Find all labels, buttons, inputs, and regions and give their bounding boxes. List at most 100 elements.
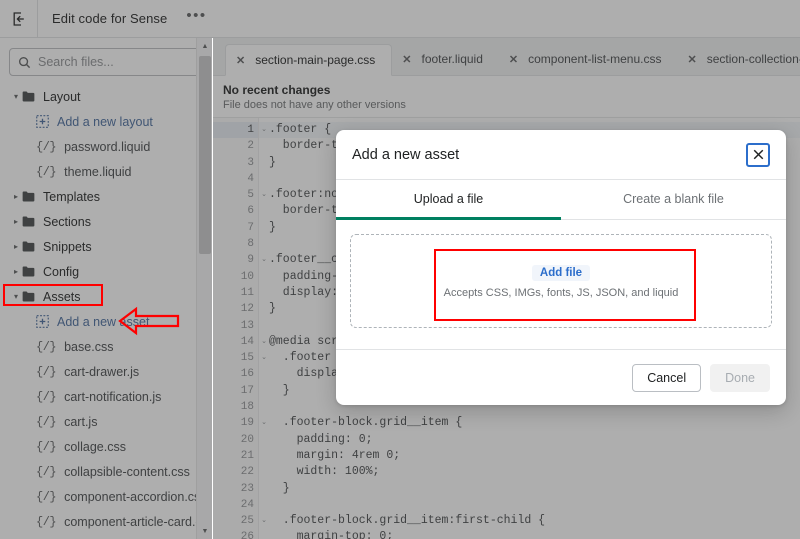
tree-action-add-a-new-layout[interactable]: Add a new layout: [0, 109, 211, 134]
scrollbar-thumb[interactable]: [199, 56, 211, 254]
code-line[interactable]: margin-top: 0;: [269, 529, 800, 539]
search-icon: [18, 56, 31, 68]
code-line[interactable]: padding: 0;: [269, 432, 800, 448]
close-icon[interactable]: [746, 142, 770, 167]
code-line[interactable]: .footer-block.grid__item {: [269, 415, 800, 431]
code-line[interactable]: }: [269, 481, 800, 497]
folder-icon: [22, 91, 35, 102]
line-number: 6: [213, 203, 258, 219]
file-dropzone[interactable]: Add file Accepts CSS, IMGs, fonts, JS, J…: [350, 234, 772, 328]
code-line[interactable]: [269, 497, 800, 513]
exit-icon[interactable]: [0, 0, 38, 38]
chevron-right-icon[interactable]: ▸: [10, 242, 22, 251]
code-file-icon: {/}: [36, 464, 57, 479]
tree-file-cart-notification-js[interactable]: {/} cart-notification.js: [0, 384, 211, 409]
line-number: 23: [213, 481, 258, 497]
tree-file-theme-liquid[interactable]: {/} theme.liquid: [0, 159, 211, 184]
code-line[interactable]: .footer-block.grid__item:first-child {: [269, 513, 800, 529]
tab-label: section-main-page.css: [255, 53, 376, 67]
chevron-right-icon[interactable]: ▸: [10, 267, 22, 276]
fold-toggle-icon[interactable]: ⌄: [261, 350, 267, 366]
tree-folder-snippets[interactable]: ▸ Snippets: [0, 234, 211, 259]
chevron-down-icon[interactable]: ▾: [10, 92, 22, 101]
line-number: 7: [213, 220, 258, 236]
more-menu-button[interactable]: •••: [181, 8, 211, 29]
search-box[interactable]: [9, 48, 202, 76]
tree-file-base-css[interactable]: {/} base.css: [0, 334, 211, 359]
tab-close-icon[interactable]: ✕: [402, 53, 411, 66]
line-number-value: 18: [240, 401, 254, 414]
tree-file-component-card-css[interactable]: {/}component-card.css: [0, 534, 211, 539]
modal-tab-create-a-blank-file[interactable]: Create a blank file: [561, 180, 786, 220]
line-number-value: 25: [240, 515, 254, 528]
chevron-right-icon[interactable]: ▸: [10, 217, 22, 226]
line-number-value: 15: [240, 352, 254, 365]
tab-close-icon[interactable]: ✕: [236, 54, 245, 67]
fold-toggle-icon[interactable]: ⌄: [261, 187, 267, 203]
sidebar-scrollbar[interactable]: ▲ ▼: [196, 38, 212, 539]
tree-item-label: theme.liquid: [64, 164, 132, 179]
modal-tab-upload-a-file[interactable]: Upload a file: [336, 180, 561, 220]
fold-toggle-icon[interactable]: ⌄: [261, 334, 267, 350]
line-number: 13: [213, 318, 258, 334]
tree-folder-config[interactable]: ▸ Config: [0, 259, 211, 284]
line-number: 24: [213, 497, 258, 513]
tree-folder-assets[interactable]: ▾ Assets: [0, 284, 211, 309]
tab-close-icon[interactable]: ✕: [688, 53, 697, 66]
line-number-value: 1: [247, 124, 254, 136]
code-line[interactable]: margin: 4rem 0;: [269, 448, 800, 464]
chevron-down-icon[interactable]: ▾: [10, 292, 22, 301]
page-title: Edit code for Sense: [52, 11, 168, 26]
code-file-icon: {/}: [36, 414, 57, 429]
editor-tab-component-list-menu-css[interactable]: ✕ component-list-menu.css: [499, 43, 678, 75]
tree-action-add-a-new-asset[interactable]: Add a new asset: [0, 309, 211, 334]
line-number-value: 20: [240, 433, 254, 446]
modal-body: Add file Accepts CSS, IMGs, fonts, JS, J…: [336, 220, 786, 349]
tree-folder-templates[interactable]: ▸ Templates: [0, 184, 211, 209]
tree-file-collapsible-content-css[interactable]: {/} collapsible-content.css: [0, 459, 211, 484]
folder-icon: [22, 216, 35, 227]
line-number-value: 16: [240, 368, 254, 381]
line-number: 20: [213, 432, 258, 448]
editor-tab-footer-liquid[interactable]: ✕ footer.liquid: [392, 43, 499, 75]
line-number-value: 4: [247, 172, 254, 185]
add-square-icon: [36, 115, 49, 128]
scroll-down-icon[interactable]: ▼: [197, 523, 213, 539]
tree-file-component-accordion-css[interactable]: {/} component-accordion.css: [0, 484, 211, 509]
tree-file-collage-css[interactable]: {/} collage.css: [0, 434, 211, 459]
chevron-right-icon[interactable]: ▸: [10, 192, 22, 201]
tree-folder-sections[interactable]: ▸ Sections: [0, 209, 211, 234]
fold-toggle-icon[interactable]: ⌄: [261, 415, 267, 431]
tree-file-component-article-card-css[interactable]: {/} component-article-card.css: [0, 509, 211, 534]
file-tree: ▾ Layout Add a new layout {/} password.liqui…: [0, 82, 211, 539]
scroll-up-icon[interactable]: ▲: [197, 38, 213, 54]
dropzone-content: Add file Accepts CSS, IMGs, fonts, JS, J…: [443, 263, 679, 299]
cancel-button[interactable]: Cancel: [632, 363, 702, 392]
code-file-icon: {/}: [36, 364, 57, 379]
done-button: Done: [710, 363, 770, 392]
code-line[interactable]: width: 100%;: [269, 464, 800, 480]
line-number-value: 12: [240, 303, 254, 316]
tree-file-cart-drawer-js[interactable]: {/} cart-drawer.js: [0, 359, 211, 384]
tree-file-cart-js[interactable]: {/} cart.js: [0, 409, 211, 434]
tree-item-label: Templates: [43, 189, 100, 204]
tab-close-icon[interactable]: ✕: [509, 53, 518, 66]
editor-tab-section-main-page-css[interactable]: ✕ section-main-page.css: [225, 44, 393, 76]
tree-folder-layout[interactable]: ▾ Layout: [0, 84, 211, 109]
tree-file-password-liquid[interactable]: {/} password.liquid: [0, 134, 211, 159]
line-number-value: 22: [240, 466, 254, 479]
fold-toggle-icon[interactable]: ⌄: [261, 122, 267, 138]
line-number: 16: [213, 366, 258, 382]
line-number-value: 5: [247, 189, 254, 202]
code-file-icon: {/}: [36, 164, 57, 179]
add-square-icon: [36, 315, 49, 328]
dropzone-hint: Accepts CSS, IMGs, fonts, JS, JSON, and …: [443, 287, 679, 299]
fold-toggle-icon[interactable]: ⌄: [261, 513, 267, 529]
fold-toggle-icon[interactable]: ⌄: [261, 252, 267, 268]
add-file-button[interactable]: Add file: [531, 265, 591, 281]
editor-tab-section-collection-list-css[interactable]: ✕ section-collection-list.css: [678, 43, 800, 75]
search-input[interactable]: [38, 55, 193, 69]
line-number: 22: [213, 464, 258, 480]
editor-tab-strip: ✕ section-main-page.css ✕ footer.liquid ✕ com…: [213, 38, 800, 76]
recent-changes-panel: No recent changes File does not have any…: [213, 76, 800, 118]
